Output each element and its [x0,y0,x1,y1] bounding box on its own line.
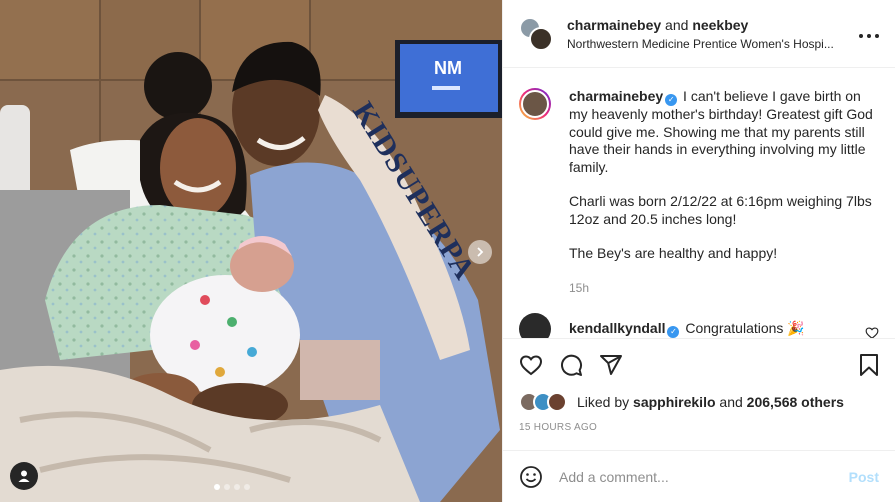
comment-avatar[interactable] [519,313,551,338]
more-options-button[interactable] [857,23,881,44]
monitor-logo: NM [434,58,462,78]
bookmark-icon [860,353,878,376]
coauthor-username[interactable]: neekbey [692,17,748,33]
send-icon [600,354,622,375]
comment-body: Congratulations 🎉 [681,320,805,336]
comment-input[interactable] [559,468,839,485]
and-text: and [661,16,693,33]
likes-prefix: Liked by [577,394,634,410]
user-icon [18,470,30,482]
caption-paragraph-2: Charli was born 2/12/22 at 6:16pm weighi… [569,193,872,227]
comment-like-heart-icon[interactable] [865,326,879,338]
caption-avatar[interactable] [519,88,551,120]
save-button[interactable] [857,353,881,377]
action-bar [503,338,895,390]
likes-middle: and [715,394,747,410]
heart-icon [519,354,543,375]
caption-text: charmainebey ✓ I can't believe I gave bir… [569,88,879,297]
comment-item: kendallkyndall ✓ Congratulations 🎉 [519,313,879,338]
add-comment-bar: Post [503,450,895,502]
verified-badge-icon: ✓ [665,94,678,106]
post-comment-button[interactable]: Post [849,469,879,485]
likes-summary: Liked by sapphirekilo and 206,568 others [503,390,895,414]
location-link[interactable]: Northwestern Medicine Prentice Women's H… [567,37,849,51]
carousel-indicator [214,484,250,490]
author-username[interactable]: charmainebey [567,17,661,33]
header-names: charmainebey and neekbey Northwestern Me… [567,17,857,51]
next-photo-button[interactable] [468,240,492,264]
carousel-dot [234,484,240,490]
emoji-button[interactable] [519,465,543,489]
verified-badge-icon: ✓ [667,326,680,338]
avatar [547,392,567,412]
post-header: charmainebey and neekbey Northwestern Me… [503,0,895,68]
liker-avatars[interactable] [519,392,571,412]
carousel-dot [224,484,230,490]
post-details-panel: charmainebey and neekbey Northwestern Me… [502,0,895,502]
share-button[interactable] [599,353,623,377]
tagged-users-button[interactable] [10,462,38,490]
comment-icon [561,354,583,376]
liker-username[interactable]: sapphirekilo [633,394,715,410]
chevron-right-icon [477,247,484,257]
author-line: charmainebey and neekbey [567,17,857,33]
caption-username[interactable]: charmainebey [569,88,663,104]
carousel-dot [214,484,220,490]
likes-count-link[interactable]: 206,568 others [747,394,844,410]
comments-section[interactable]: charmainebey ✓ I can't believe I gave bir… [503,68,895,338]
likes-text: Liked by sapphirekilo and 206,568 others [577,394,844,410]
more-horizontal-icon [859,34,879,38]
avatar [529,26,553,51]
comment-text: kendallkyndall ✓ Congratulations 🎉 [569,320,865,338]
post-photo[interactable]: NM KIDSUPERPA [0,0,502,502]
instagram-post: NM KIDSUPERPA charmainebey and neekbey N… [0,0,895,502]
post-date[interactable]: 15 HOURS AGO [503,414,895,444]
caption-paragraph-3: The Bey's are healthy and happy! [569,245,778,261]
post-photo-illustration: NM KIDSUPERPA [0,0,502,502]
caption: charmainebey ✓ I can't believe I gave bir… [519,88,879,297]
comment-button[interactable] [559,353,583,377]
caption-timestamp[interactable]: 15h [569,280,879,298]
carousel-dot [244,484,250,490]
collab-avatars[interactable] [519,16,553,51]
like-button[interactable] [519,353,543,377]
comment-username[interactable]: kendallkyndall [569,320,665,336]
smiley-icon [520,465,542,488]
